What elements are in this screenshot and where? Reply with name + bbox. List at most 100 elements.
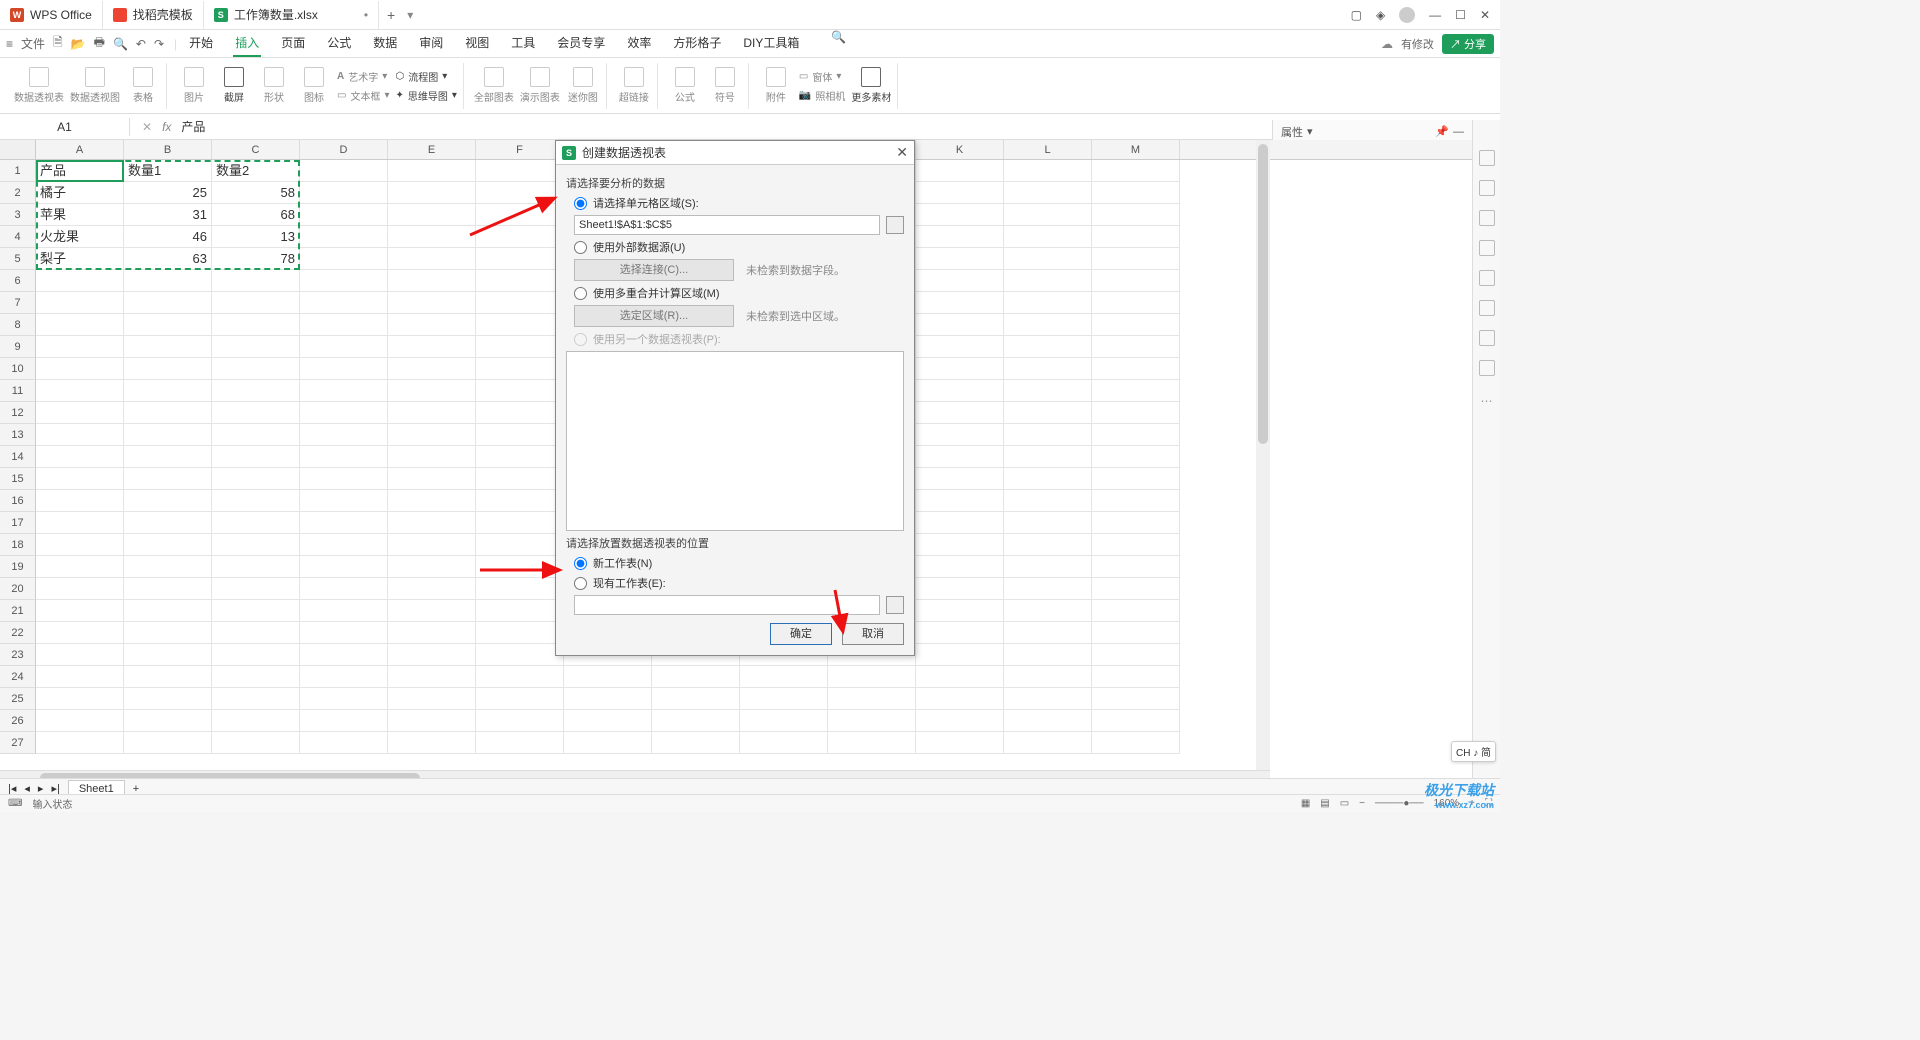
cell[interactable]	[1004, 182, 1092, 204]
tab-member[interactable]: 会员专享	[555, 30, 607, 57]
cell[interactable]	[300, 380, 388, 402]
cell[interactable]	[476, 314, 564, 336]
cell[interactable]	[1004, 226, 1092, 248]
cell[interactable]	[36, 622, 124, 644]
row-header[interactable]: 20	[0, 578, 36, 600]
cell[interactable]	[564, 732, 652, 754]
cell[interactable]	[1092, 402, 1180, 424]
cell[interactable]	[300, 446, 388, 468]
cloud-icon[interactable]: ☁	[1381, 37, 1393, 51]
cell[interactable]	[1004, 710, 1092, 732]
cell[interactable]	[388, 490, 476, 512]
row-header[interactable]: 15	[0, 468, 36, 490]
range-input[interactable]: Sheet1!$A$1:$C$5	[574, 215, 880, 235]
cell[interactable]	[916, 314, 1004, 336]
new-icon[interactable]: 🗎	[53, 33, 63, 54]
cell[interactable]	[36, 578, 124, 600]
screenshot-button[interactable]: 截屏	[217, 67, 251, 104]
cell[interactable]	[212, 424, 300, 446]
cell[interactable]	[1092, 688, 1180, 710]
cell[interactable]	[740, 666, 828, 688]
minimize-panel-icon[interactable]: —	[1453, 126, 1464, 138]
cell[interactable]	[916, 578, 1004, 600]
avatar-icon[interactable]	[1399, 7, 1415, 23]
cell[interactable]	[916, 204, 1004, 226]
cell[interactable]	[916, 468, 1004, 490]
cell[interactable]	[916, 490, 1004, 512]
cell[interactable]	[36, 556, 124, 578]
cell[interactable]	[476, 424, 564, 446]
add-sheet-button[interactable]: +	[133, 783, 139, 795]
view-page-icon[interactable]: ▤	[1320, 798, 1329, 809]
cell[interactable]	[476, 622, 564, 644]
tab-diy[interactable]: DIY工具箱	[741, 30, 801, 57]
row-header[interactable]: 16	[0, 490, 36, 512]
cell[interactable]: 13	[212, 226, 300, 248]
radio-cell-range[interactable]	[574, 197, 587, 210]
shape-button[interactable]: 形状	[257, 67, 291, 104]
attachment-button[interactable]: 附件	[759, 67, 793, 104]
cell[interactable]	[1092, 358, 1180, 380]
cell[interactable]	[652, 732, 740, 754]
link-icon[interactable]	[1479, 270, 1495, 286]
cell[interactable]	[1092, 314, 1180, 336]
tab-insert[interactable]: 插入	[233, 30, 261, 57]
col-F[interactable]: F	[476, 140, 564, 159]
zoom-slider[interactable]: ────●──	[1375, 798, 1424, 809]
cell[interactable]	[1092, 160, 1180, 182]
cancel-icon[interactable]: ✕	[142, 120, 152, 134]
cell[interactable]: 数量2	[212, 160, 300, 182]
cell[interactable]	[124, 534, 212, 556]
pivot-list-box[interactable]	[566, 351, 904, 531]
cell[interactable]	[916, 248, 1004, 270]
col-K[interactable]: K	[916, 140, 1004, 159]
row-header[interactable]: 27	[0, 732, 36, 754]
cell[interactable]	[1004, 380, 1092, 402]
more-material-button[interactable]: 更多素材	[851, 67, 891, 104]
cell[interactable]	[36, 336, 124, 358]
cell[interactable]	[124, 512, 212, 534]
flowchart-button[interactable]: ⬡流程图▾	[395, 69, 456, 84]
cell[interactable]: 梨子	[36, 248, 124, 270]
cell[interactable]	[300, 600, 388, 622]
cell[interactable]	[476, 248, 564, 270]
row-header[interactable]: 7	[0, 292, 36, 314]
cell[interactable]	[36, 600, 124, 622]
cell[interactable]: 78	[212, 248, 300, 270]
cell[interactable]: 46	[124, 226, 212, 248]
table-button[interactable]: 表格	[126, 67, 160, 104]
tab-start[interactable]: 开始	[187, 30, 215, 57]
cell[interactable]	[476, 402, 564, 424]
cell[interactable]	[1004, 358, 1092, 380]
row-header[interactable]: 26	[0, 710, 36, 732]
cell[interactable]	[212, 314, 300, 336]
cell[interactable]	[124, 270, 212, 292]
row-header[interactable]: 13	[0, 424, 36, 446]
cell[interactable]	[124, 578, 212, 600]
cell[interactable]	[300, 512, 388, 534]
cell[interactable]	[388, 402, 476, 424]
form-button[interactable]: ▭窗体▾	[799, 69, 845, 84]
row-header[interactable]: 11	[0, 380, 36, 402]
cell[interactable]	[1004, 446, 1092, 468]
tab-wps[interactable]: W WPS Office	[0, 1, 103, 29]
cell[interactable]	[1004, 622, 1092, 644]
cell[interactable]	[564, 710, 652, 732]
cell[interactable]	[388, 424, 476, 446]
cell[interactable]	[740, 732, 828, 754]
tab-template[interactable]: 找稻壳模板	[103, 1, 204, 29]
pin-icon[interactable]: 📌	[1435, 125, 1449, 138]
cell[interactable]	[1004, 600, 1092, 622]
search-icon[interactable]: 🔍	[831, 30, 846, 57]
cell[interactable]	[124, 380, 212, 402]
row-header[interactable]: 17	[0, 512, 36, 534]
cell[interactable]: 橘子	[36, 182, 124, 204]
cell[interactable]	[1092, 182, 1180, 204]
row-header[interactable]: 3	[0, 204, 36, 226]
cell[interactable]	[300, 732, 388, 754]
cell[interactable]	[212, 556, 300, 578]
cell[interactable]	[916, 710, 1004, 732]
cell[interactable]	[476, 204, 564, 226]
cell[interactable]	[476, 600, 564, 622]
cell[interactable]	[476, 270, 564, 292]
